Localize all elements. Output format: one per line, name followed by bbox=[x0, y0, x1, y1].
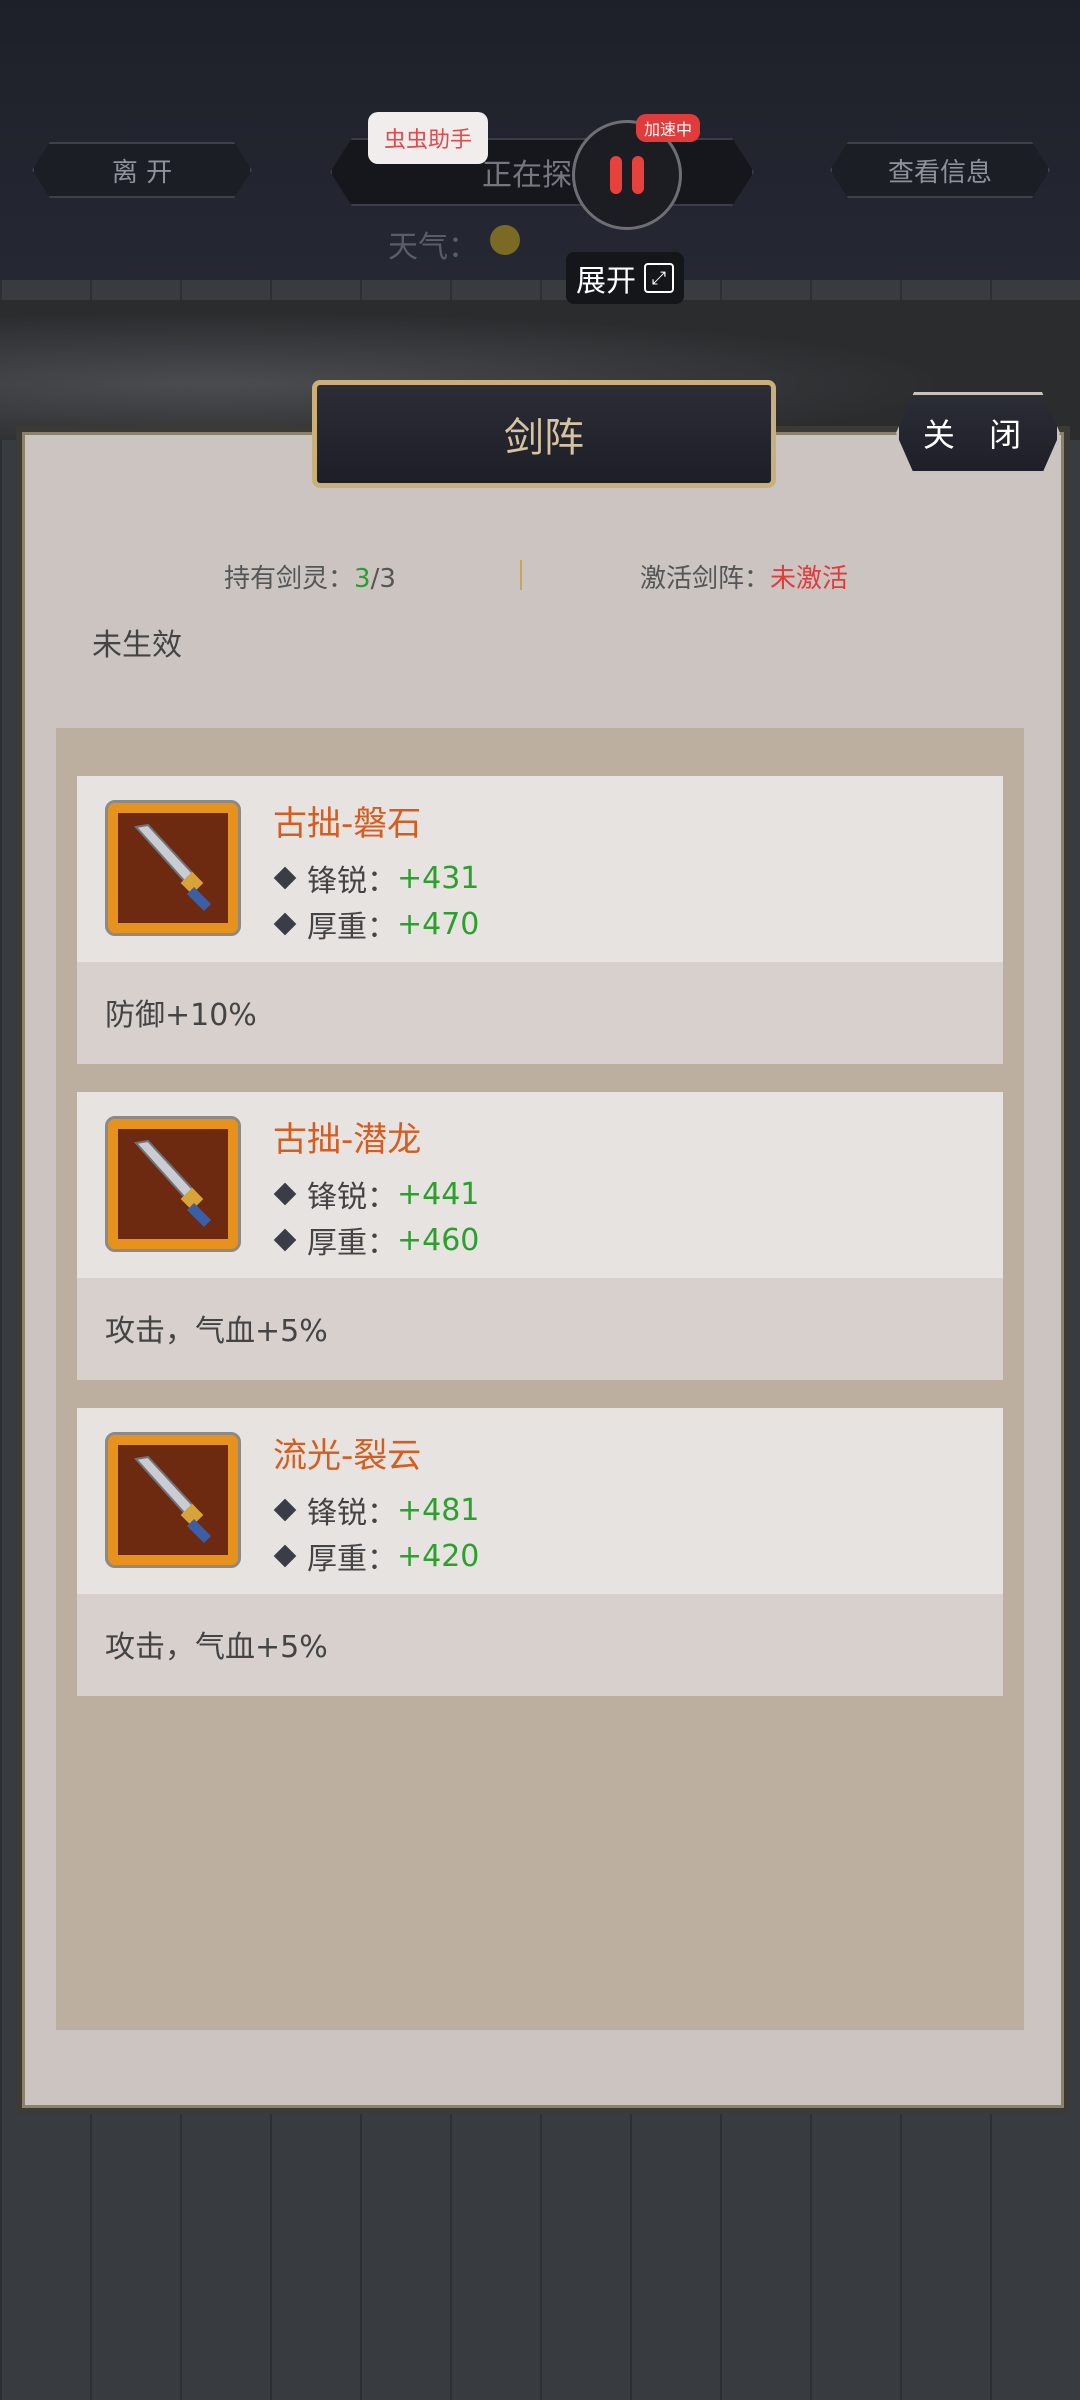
card-header: 流光-裂云 锋锐： +481 厚重： +420 bbox=[77, 1408, 1003, 1594]
effect-text: 攻击，气血+5% bbox=[105, 1630, 328, 1665]
sharp-stat: 锋锐： +441 bbox=[273, 1172, 479, 1216]
sword-icon-bg bbox=[118, 1129, 228, 1239]
heavy-value: +470 bbox=[397, 906, 480, 942]
held-label: 持有剑灵： bbox=[224, 564, 355, 594]
close-button[interactable]: 关 闭 bbox=[896, 392, 1060, 474]
held-spirits: 持有剑灵：3/3 bbox=[224, 558, 396, 595]
diamond-icon bbox=[273, 1182, 297, 1206]
sharp-stat: 锋锐： +431 bbox=[273, 856, 479, 900]
activate-value: 未激活 bbox=[770, 564, 849, 594]
effect-status: 未生效 bbox=[92, 628, 182, 663]
sharp-value: +431 bbox=[397, 860, 480, 896]
leave-button[interactable]: 离 开 bbox=[32, 142, 252, 198]
diamond-icon bbox=[273, 866, 297, 890]
effect-text: 攻击，气血+5% bbox=[105, 1314, 328, 1349]
heavy-stat: 厚重： +460 bbox=[273, 1218, 479, 1262]
heavy-label: 厚重： bbox=[307, 1226, 397, 1261]
sharp-stat: 锋锐： +481 bbox=[273, 1488, 479, 1532]
expand-label: 展开 bbox=[576, 264, 636, 299]
expand-icon: ⤢ bbox=[644, 263, 674, 293]
sharp-label: 锋锐： bbox=[307, 1496, 397, 1531]
activate-status: 激活剑阵：未激活 bbox=[640, 558, 848, 595]
sword-icon bbox=[105, 1116, 241, 1252]
sword-icon-bg bbox=[118, 1445, 228, 1555]
sun-icon bbox=[490, 225, 520, 255]
held-total: /3 bbox=[370, 564, 396, 594]
heavy-label: 厚重： bbox=[307, 1542, 397, 1577]
card-effect: 攻击，气血+5% bbox=[77, 1594, 1003, 1696]
sword-glyph bbox=[134, 1139, 212, 1228]
sword-icon-bg bbox=[118, 813, 228, 923]
sword-icon bbox=[105, 1432, 241, 1568]
sword-glyph bbox=[134, 1455, 212, 1544]
heavy-stat: 厚重： +420 bbox=[273, 1534, 479, 1578]
view-info-label: 查看信息 bbox=[887, 157, 992, 188]
card-effect: 防御+10% bbox=[77, 962, 1003, 1064]
diamond-icon bbox=[273, 912, 297, 936]
sharp-label: 锋锐： bbox=[307, 864, 397, 899]
assistant-tab[interactable]: 虫虫助手 bbox=[368, 112, 488, 164]
sword-name: 古拙-潜龙 bbox=[273, 1120, 422, 1160]
sword-name: 流光-裂云 bbox=[273, 1436, 422, 1476]
diamond-icon bbox=[273, 1228, 297, 1252]
weather-label: 天气： bbox=[388, 230, 478, 265]
pause-icon-bar-left bbox=[610, 156, 622, 194]
card-header: 古拙-磐石 锋锐： +431 厚重： +470 bbox=[77, 776, 1003, 962]
sword-glyph bbox=[134, 823, 212, 912]
diamond-icon bbox=[273, 1498, 297, 1522]
heavy-value: +460 bbox=[397, 1222, 480, 1258]
leave-label: 离 开 bbox=[111, 157, 173, 188]
pause-icon-bar-right bbox=[632, 156, 644, 194]
sword-icon bbox=[105, 800, 241, 936]
effect-text: 防御+10% bbox=[105, 998, 257, 1033]
speed-badge: 加速中 bbox=[636, 114, 701, 142]
heavy-label: 厚重： bbox=[307, 910, 397, 945]
heavy-stat: 厚重： +470 bbox=[273, 902, 479, 946]
activate-label: 激活剑阵： bbox=[640, 564, 771, 594]
diamond-icon bbox=[273, 1544, 297, 1568]
sword-name: 古拙-磐石 bbox=[273, 804, 422, 844]
card-header: 古拙-潜龙 锋锐： +441 厚重： +460 bbox=[77, 1092, 1003, 1278]
stat-divider bbox=[520, 560, 522, 590]
expand-button[interactable]: 展开 ⤢ bbox=[566, 252, 684, 304]
card-effect: 攻击，气血+5% bbox=[77, 1278, 1003, 1380]
sharp-label: 锋锐： bbox=[307, 1180, 397, 1215]
held-count: 3 bbox=[354, 564, 371, 594]
heavy-value: +420 bbox=[397, 1538, 480, 1574]
view-info-button[interactable]: 查看信息 bbox=[830, 142, 1050, 198]
sharp-value: +481 bbox=[397, 1492, 480, 1528]
sharp-value: +441 bbox=[397, 1176, 480, 1212]
panel-title: 剑阵 bbox=[312, 380, 776, 488]
